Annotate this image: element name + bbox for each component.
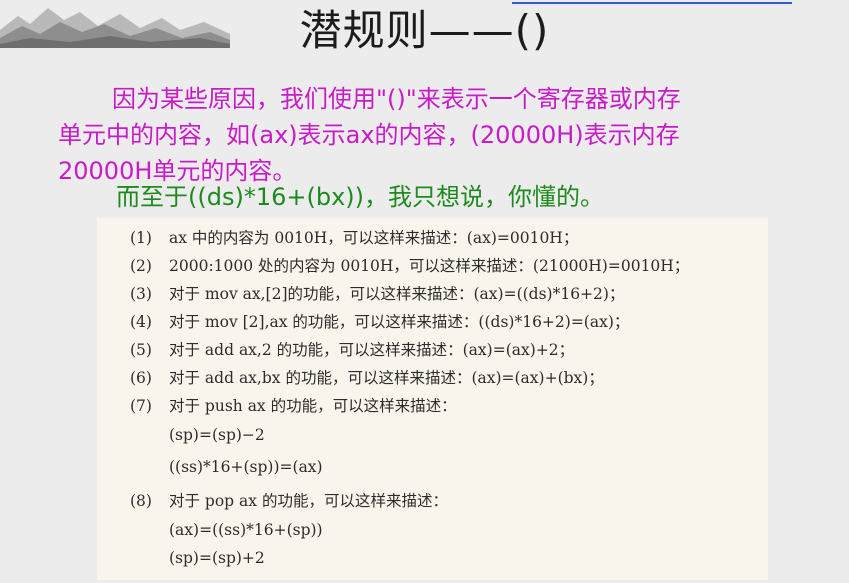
list-item-number: (1) xyxy=(130,229,152,247)
list-item: (4) 对于 mov [2],ax 的功能，可以这样来描述：((ds)*16+2)… xyxy=(130,310,629,332)
list-item: (5) 对于 add ax,2 的功能，可以这样来描述：(ax)=(ax)+2； xyxy=(130,338,574,360)
list-item-number: (2) xyxy=(130,257,152,275)
list-item: (7) 对于 push ax 的功能，可以这样来描述： xyxy=(130,394,457,416)
list-item: (sp)=(sp)+2 xyxy=(169,549,265,567)
list-item-text: (ax)=((ss)*16+(sp)) xyxy=(169,521,323,539)
list-item-text: 对于 mov [2],ax 的功能，可以这样来描述：((ds)*16+2)=(a… xyxy=(169,313,630,331)
intro-line-2: 单元中的内容，如(ax)表示ax的内容，(20000H)表示内存 xyxy=(58,121,680,149)
list-item-number: (5) xyxy=(130,341,152,359)
list-item-text: 对于 add ax,bx 的功能，可以这样来描述：(ax)=(ax)+(bx)； xyxy=(169,369,604,387)
list-item: (3) 对于 mov ax,[2]的功能，可以这样来描述：(ax)=((ds)*1… xyxy=(130,282,624,304)
list-item-number: (8) xyxy=(130,492,152,510)
list-item-text: (sp)=(sp)+2 xyxy=(169,549,265,567)
list-item: (ax)=((ss)*16+(sp)) xyxy=(169,521,323,539)
list-item: (sp)=(sp)−2 xyxy=(169,426,265,444)
note-line: 而至于((ds)*16+(bx))，我只想说，你懂的。 xyxy=(116,183,605,211)
list-item: ((ss)*16+(sp))=(ax) xyxy=(169,458,323,476)
intro-line-1: 因为某些原因，我们使用"()"来表示一个寄存器或内存 xyxy=(112,85,681,113)
list-item-text: ax 中的内容为 0010H，可以这样来描述：(ax)=0010H； xyxy=(169,229,579,247)
list-item-text: (sp)=(sp)−2 xyxy=(169,426,265,444)
list-item: (1) ax 中的内容为 0010H，可以这样来描述：(ax)=0010H； xyxy=(130,226,578,248)
list-item: (2) 2000:1000 处的内容为 0010H，可以这样来描述：(21000H… xyxy=(130,254,689,276)
list-item-text: ((ss)*16+(sp))=(ax) xyxy=(169,458,323,476)
list-item-number: (6) xyxy=(130,369,152,387)
scanned-textbook-excerpt: (1) ax 中的内容为 0010H，可以这样来描述：(ax)=0010H； (2)… xyxy=(97,218,768,580)
list-item-number: (7) xyxy=(130,397,152,415)
list-item: (6) 对于 add ax,bx 的功能，可以这样来描述：(ax)=(ax)+(b… xyxy=(130,366,604,388)
header-accent-line xyxy=(512,2,792,4)
list-item-text: 对于 pop ax 的功能，可以这样来描述： xyxy=(169,492,448,510)
list-item-number: (4) xyxy=(130,313,152,331)
slide-title: 潜规则——() xyxy=(299,6,550,55)
list-item-text: 对于 add ax,2 的功能，可以这样来描述：(ax)=(ax)+2； xyxy=(169,341,575,359)
list-item-number: (3) xyxy=(130,285,152,303)
list-item-text: 对于 mov ax,[2]的功能，可以这样来描述：(ax)=((ds)*16+2… xyxy=(169,285,625,303)
intro-paragraph: 因为某些原因，我们使用"()"来表示一个寄存器或内存 单元中的内容，如(ax)表… xyxy=(58,81,818,189)
list-item: (8) 对于 pop ax 的功能，可以这样来描述： xyxy=(130,489,448,511)
list-item-text: 对于 push ax 的功能，可以这样来描述： xyxy=(169,397,457,415)
list-item-text: 2000:1000 处的内容为 0010H，可以这样来描述：(21000H)=0… xyxy=(169,257,690,275)
